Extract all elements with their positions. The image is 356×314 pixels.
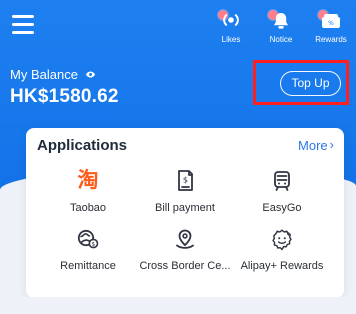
- balance-title: My Balance: [10, 67, 96, 82]
- top-actions: Likes Notice % Rewards: [210, 6, 352, 44]
- app-screen: Likes Notice % Rewards My Balance HK$158…: [0, 0, 356, 314]
- menu-button[interactable]: [10, 12, 36, 38]
- notice-icon-wrap: [260, 6, 302, 36]
- rewards-button[interactable]: % Rewards: [310, 6, 352, 44]
- rewards-label: Rewards: [315, 35, 347, 44]
- taobao-icon: 淘: [77, 169, 99, 192]
- likes-label: Likes: [221, 35, 241, 44]
- app-label-alipay-rewards: Alipay+ Rewards: [240, 260, 324, 272]
- applications-card: Applications More › 淘 Taobao $ Bill payme…: [26, 128, 344, 298]
- chevron-right-icon: ›: [329, 137, 334, 152]
- app-item-easygo[interactable]: EasyGo: [230, 169, 334, 221]
- svg-text:%: %: [328, 20, 334, 27]
- eye-icon[interactable]: [85, 69, 96, 80]
- app-item-remittance[interactable]: $ Remittance: [36, 227, 140, 279]
- top-up-button[interactable]: Top Up: [280, 71, 341, 96]
- rewards-icon: %: [322, 14, 340, 28]
- rewards-icon-wrap: %: [310, 6, 352, 36]
- notice-button[interactable]: Notice: [260, 6, 302, 44]
- svg-text:$: $: [183, 176, 188, 185]
- notice-label: Notice: [269, 35, 293, 44]
- app-label-remittance: Remittance: [60, 260, 116, 272]
- menu-icon-line-1: [12, 15, 34, 18]
- app-item-bill-payment[interactable]: $ Bill payment: [133, 169, 237, 221]
- reward-emoji-icon: [272, 229, 292, 251]
- bus-icon: [274, 171, 290, 191]
- balance-amount: HK$1580.62: [10, 86, 119, 107]
- likes-button[interactable]: Likes: [210, 6, 252, 44]
- menu-icon-line-3: [12, 31, 34, 34]
- menu-icon-line-2: [12, 23, 34, 26]
- bottom-safe-area: [0, 297, 356, 314]
- balance-title-text: My Balance: [10, 67, 78, 82]
- location-pin-icon: [176, 229, 194, 249]
- app-item-alipay-rewards[interactable]: Alipay+ Rewards: [230, 227, 334, 279]
- remittance-icon: $: [77, 229, 99, 249]
- app-label-taobao: Taobao: [69, 202, 107, 214]
- bell-icon: [274, 13, 288, 29]
- svg-text:$: $: [92, 242, 96, 248]
- more-link-text: More: [298, 138, 328, 153]
- app-label-bill-payment: Bill payment: [155, 202, 215, 214]
- likes-icon-wrap: [210, 6, 252, 36]
- app-item-taobao[interactable]: 淘 Taobao: [36, 169, 140, 221]
- app-label-cross-border: Cross Border Ce...: [139, 260, 231, 272]
- app-item-cross-border[interactable]: Cross Border Ce...: [133, 227, 237, 279]
- bill-payment-icon: $: [178, 170, 193, 191]
- app-label-easygo: EasyGo: [262, 202, 302, 214]
- applications-title: Applications: [37, 137, 128, 154]
- likes-icon: [223, 14, 239, 26]
- more-link[interactable]: More ›: [298, 137, 334, 153]
